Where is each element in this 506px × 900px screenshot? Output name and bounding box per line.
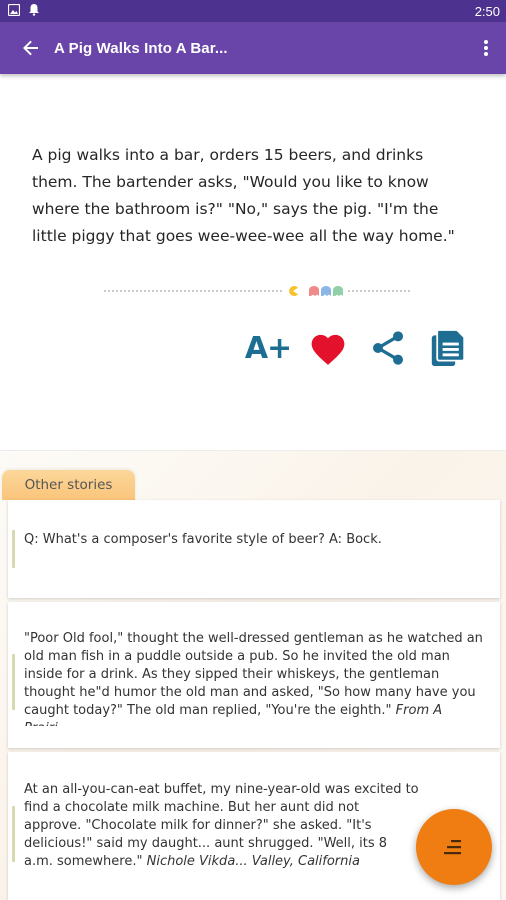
share-icon — [373, 331, 403, 365]
tab-other-stories[interactable]: Other stories — [2, 470, 135, 500]
copy-button[interactable] — [418, 324, 478, 372]
copy-icon — [431, 329, 466, 366]
story-accent-bar — [12, 530, 15, 568]
story-text: At an all-you-can-eat buffet, my nine-ye… — [24, 782, 419, 869]
clock-time: 2:50 — [474, 3, 500, 19]
back-button[interactable] — [10, 22, 52, 74]
heart-icon — [311, 334, 345, 365]
page-title: A Pig Walks Into A Bar... — [54, 39, 228, 57]
font-increase-icon: A+ — [244, 330, 292, 366]
notification-bell-icon — [28, 3, 40, 19]
decorative-divider — [104, 284, 410, 298]
sort-fab-button[interactable] — [416, 809, 492, 885]
story-text: Q: What's a composer's favorite style of… — [24, 532, 382, 547]
story-card[interactable]: Q: What's a composer's favorite style of… — [8, 500, 500, 598]
share-button[interactable] — [358, 324, 418, 372]
image-icon — [7, 3, 21, 19]
story-card[interactable]: "Poor Old fool," thought the well-dresse… — [8, 602, 500, 748]
joke-actions: A+ — [238, 324, 478, 372]
story-accent-bar — [12, 654, 15, 710]
story-text: "Poor Old fool," thought the well-dresse… — [24, 631, 483, 726]
more-vert-icon — [484, 40, 488, 56]
status-bar: 2:50 — [0, 0, 506, 22]
favorite-button[interactable] — [298, 324, 358, 372]
story-accent-bar — [12, 806, 15, 862]
app-bar: A Pig Walks Into A Bar... — [0, 22, 506, 74]
font-increase-button[interactable]: A+ — [238, 324, 298, 372]
sort-menu-icon — [444, 840, 461, 855]
arrow-back-icon — [23, 40, 38, 56]
pacman-ghosts-icon — [287, 286, 343, 296]
joke-text: A pig walks into a bar, orders 15 beers,… — [32, 146, 455, 245]
overflow-menu-button[interactable] — [466, 22, 506, 74]
